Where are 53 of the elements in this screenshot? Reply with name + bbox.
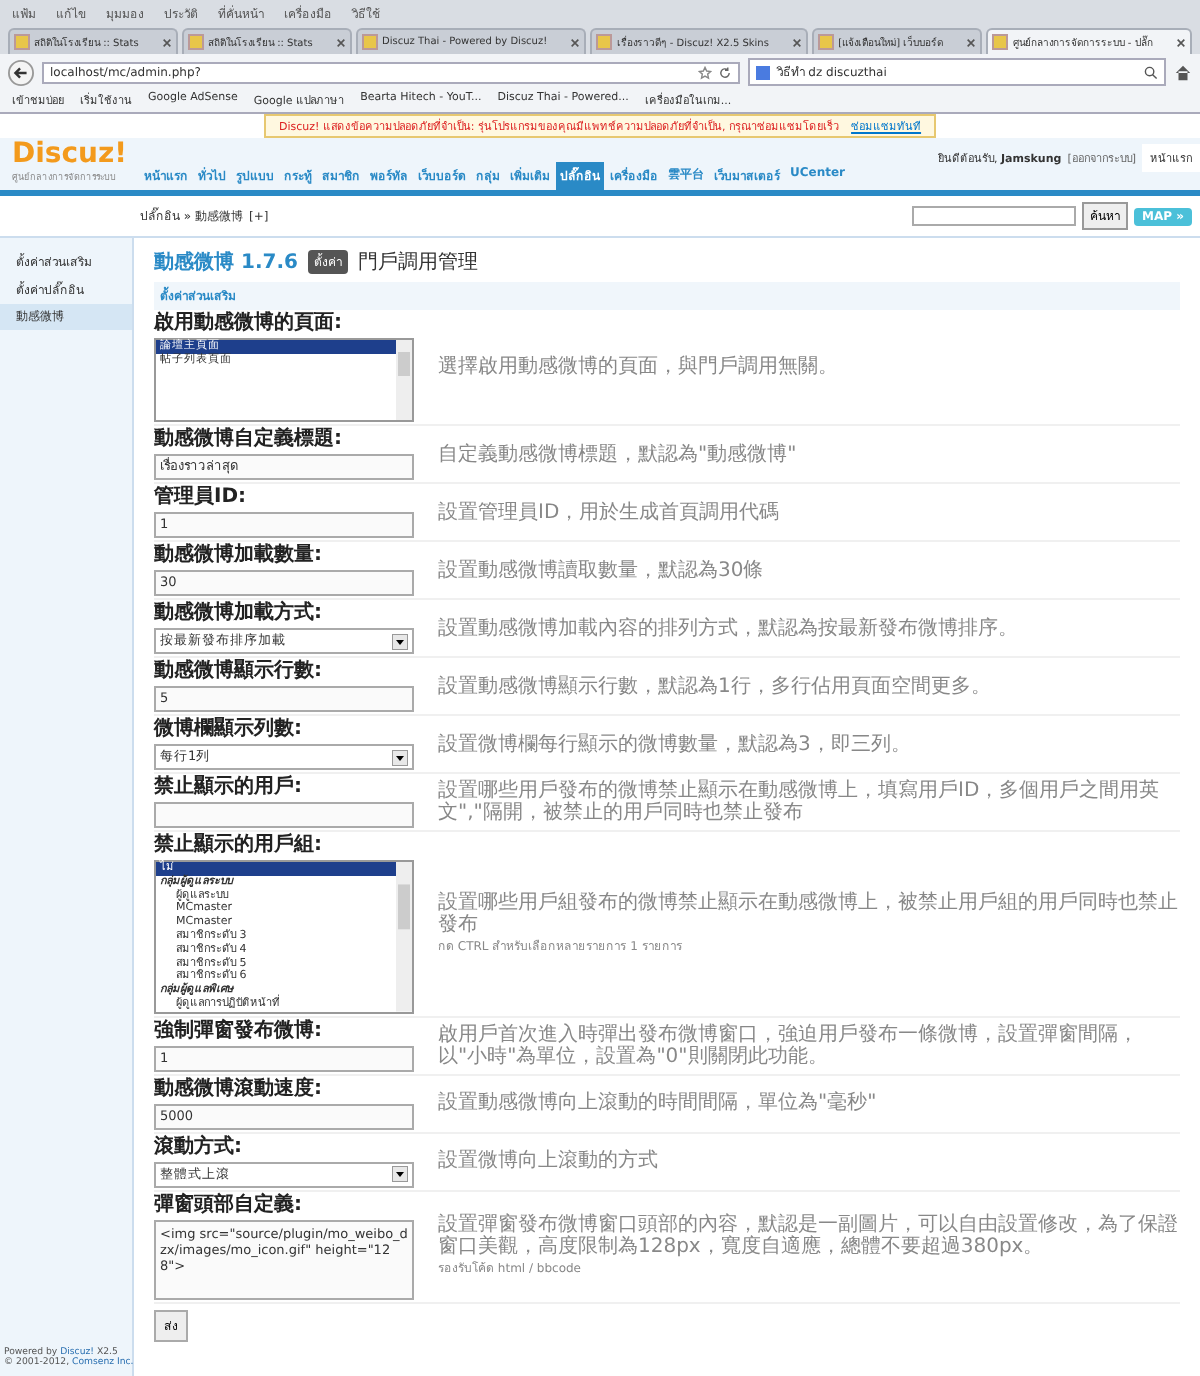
- field-label: 動感微博自定義標題:: [154, 428, 344, 452]
- close-icon[interactable]: [162, 37, 172, 47]
- reload-icon[interactable]: [718, 65, 733, 79]
- field-label: 強制彈窗發布微博:: [154, 1019, 324, 1044]
- search-engine-icon: [756, 65, 771, 79]
- close-icon[interactable]: [570, 37, 581, 47]
- field-description: 設置管理員ID，用於生成首頁調用代碼: [438, 501, 782, 523]
- field-label: 禁止顯示的用戶組:: [154, 834, 324, 858]
- dropdown-arrow-icon: [392, 1166, 408, 1183]
- field-label: 動感微博加載數量:: [154, 544, 324, 568]
- page-icon: [188, 34, 204, 50]
- field-description: 設置微博向上滾動的方式: [438, 1150, 660, 1173]
- field-description: 設置動感微博顯示行數，默認為1行，多行佔用頁面空間更多。: [438, 675, 993, 697]
- field-description: 啟用戶首次進入時彈出發布微博窗口，強迫用戶發布一條微博，設置彈窗間隔，以"小時"為單位，設置為"0"則關閉此功能。: [438, 1023, 1140, 1068]
- field-description: 設置動感微博讀取數量，默認為30條: [438, 559, 766, 581]
- field-label: 動感微博加載方式:: [154, 602, 324, 626]
- field-label: 動感微博顯示行數:: [154, 660, 324, 684]
- field-label: 彈窗頭部自定義:: [154, 1193, 304, 1218]
- close-icon[interactable]: [1176, 37, 1187, 47]
- field-description: 設置哪些用戶組發布的微博禁止顯示在動感微博上，被禁止用戶組的用戶同時也禁止發布: [438, 891, 1180, 936]
- close-icon[interactable]: [792, 37, 803, 47]
- home-icon[interactable]: [1174, 63, 1192, 81]
- field-label: 啟用動感微博的頁面:: [154, 312, 344, 336]
- back-icon[interactable]: [8, 59, 34, 85]
- search-icon[interactable]: [1144, 65, 1158, 79]
- page-icon: [818, 34, 835, 50]
- admin-search-field[interactable]: [912, 206, 1077, 226]
- star-icon[interactable]: [698, 65, 713, 79]
- portal-call-link[interactable]: 門戶調用管理: [357, 248, 478, 276]
- text-field[interactable]: [154, 802, 414, 828]
- field-description: 選擇啟用動感微博的頁面，與門戶調用無關。: [438, 356, 840, 378]
- scrollbar[interactable]: [396, 862, 412, 1012]
- field-label: 禁止顯示的用戶:: [154, 776, 304, 800]
- field-description: 設置微博欄每行顯示的微博數量，默認為3，即三列。: [438, 733, 913, 755]
- field-description: 設置彈窗發布微博窗口頭部的內容，默認是一副圖片，可以自由設置修改，為了保證窗口美觀，高度限制為128px，寬度自適應，總體不要超過380px。: [438, 1214, 1180, 1259]
- field-label: 滾動方式:: [154, 1135, 244, 1160]
- dropdown-arrow-icon: [392, 633, 408, 649]
- page-icon: [992, 34, 1009, 50]
- page-icon: [362, 34, 378, 50]
- close-icon[interactable]: [336, 37, 346, 47]
- field-description: 自定義動感微博標題，默認為"動感微博": [438, 443, 799, 465]
- field-label: 管理員ID:: [154, 486, 249, 510]
- page-icon: [596, 34, 613, 50]
- field-label: 動感微博滾動速度:: [154, 1077, 324, 1102]
- field-description: 設置哪些用戶發布的微博禁止顯示在動感微博上，填寫用戶ID，多個用戶之間用英文","隔開，被禁止的用戶同時也禁止發布: [438, 780, 1162, 824]
- close-icon[interactable]: [966, 37, 977, 47]
- page-icon: [14, 34, 30, 50]
- dropdown-arrow-icon: [392, 749, 408, 765]
- field-description: 設置動感微博加載內容的排列方式，默認為按最新發布微博排序。: [438, 617, 1020, 639]
- field-description: 設置動感微博向上滾動的時間間隔，單位為"毫秒": [438, 1092, 879, 1115]
- plugin-title: 動感微博 1.7.6: [154, 249, 298, 276]
- field-label: 微博欄顯示列數:: [154, 718, 304, 742]
- scrollbar[interactable]: [396, 340, 412, 420]
